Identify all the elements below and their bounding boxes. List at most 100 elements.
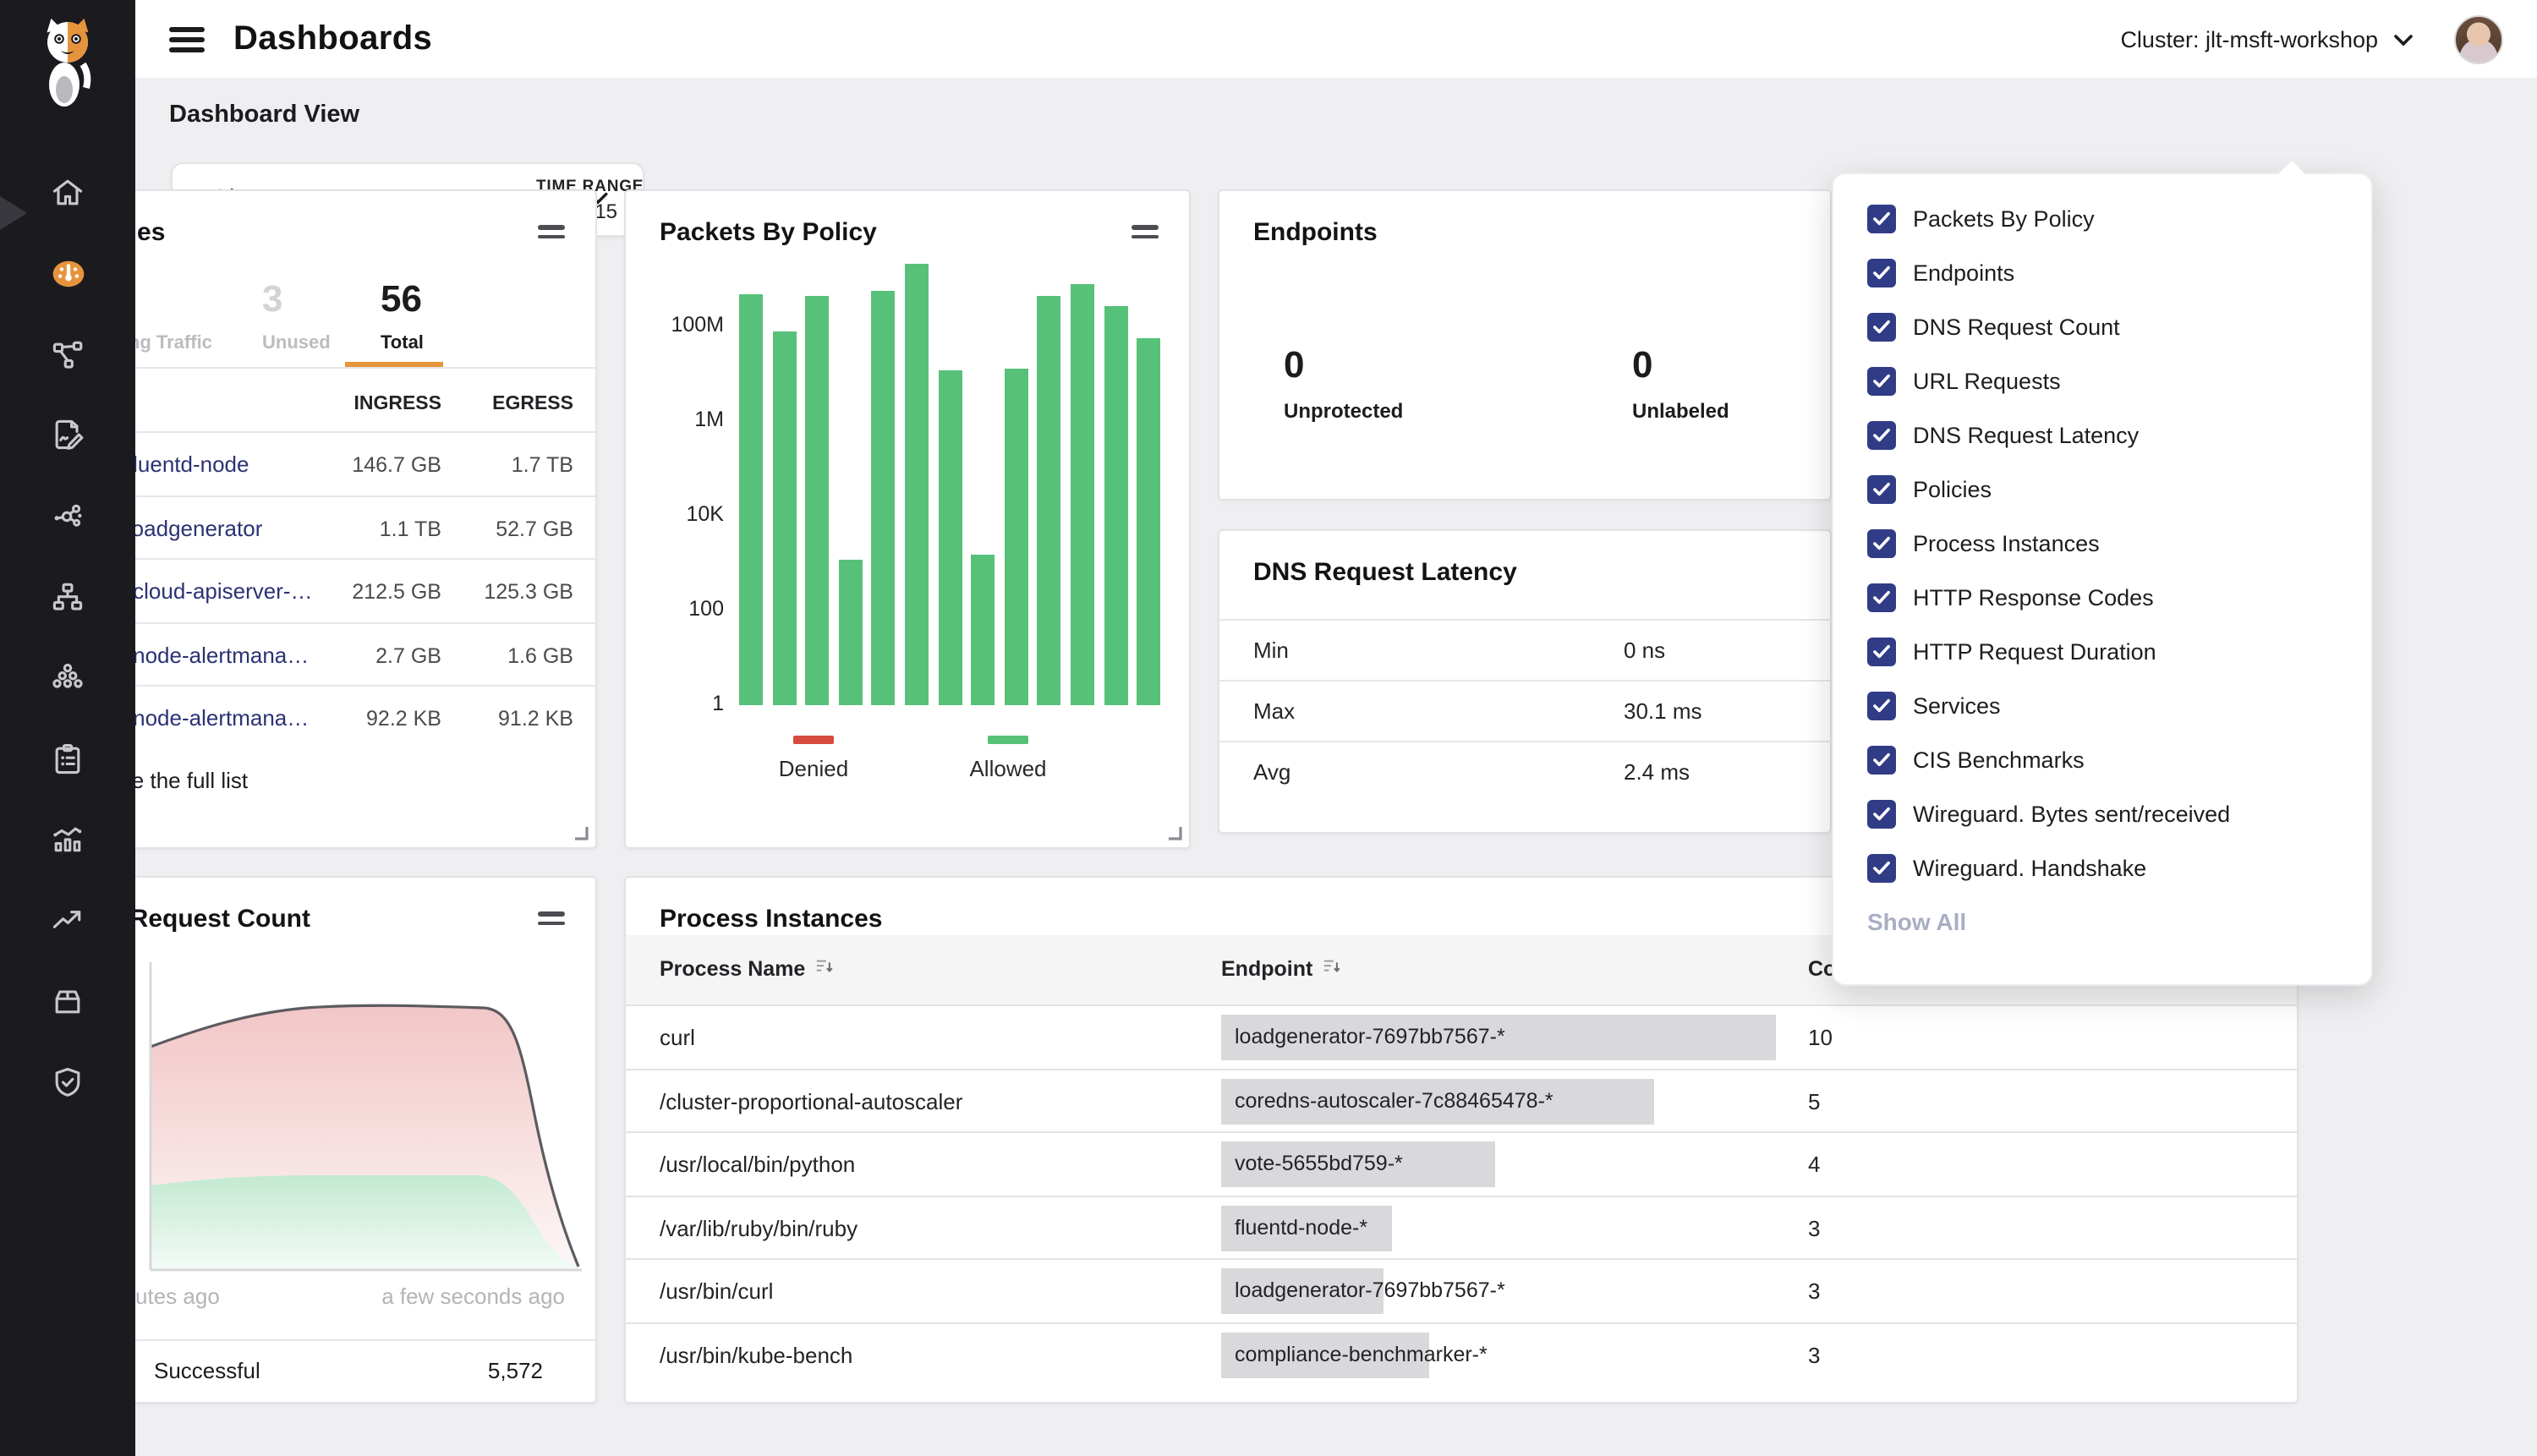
resize-handle[interactable] xyxy=(573,825,589,840)
dashboard-view-label: Dashboard View xyxy=(169,101,359,129)
checkbox-checked[interactable] xyxy=(1867,474,1896,503)
latency-row-min: Min0 ns xyxy=(1219,619,1830,681)
image-assurance-icon xyxy=(49,983,86,1020)
allowed-bar xyxy=(805,296,829,705)
y-axis-tick: 10K xyxy=(649,502,724,526)
process-count: 3 xyxy=(1808,1343,1820,1368)
dropdown-item-cis-benchmarks[interactable]: CIS Benchmarks xyxy=(1833,732,2371,786)
process-row: /usr/bin/kube-benchcompliance-benchmarke… xyxy=(626,1322,2297,1388)
dropdown-item-dns-request-count[interactable]: DNS Request Count xyxy=(1833,299,2371,353)
policy-egress-value: 125.3 GB xyxy=(438,580,573,604)
endpoints-stat-unlabeled: 0Unlabeled xyxy=(1632,343,1729,423)
dropdown-item-http-request-duration[interactable]: HTTP Request Duration xyxy=(1833,624,2371,678)
dropdown-item-endpoints[interactable]: Endpoints xyxy=(1833,245,2371,299)
latency-label: Avg xyxy=(1253,759,1290,785)
process-row: curlloadgenerator-7697bb7567-*10 xyxy=(626,1004,2297,1070)
policy-egress-value: 91.2 KB xyxy=(438,708,573,731)
legend-item-allowed[interactable]: Allowed xyxy=(932,736,1084,781)
show-all-link[interactable]: Show All xyxy=(1867,908,1966,935)
endpoint-text: coredns-autoscaler-7c88465478-* xyxy=(1221,1078,1567,1112)
endpoint-text: loadgenerator-7697bb7567-* xyxy=(1221,1269,1519,1303)
dropdown-item-policies[interactable]: Policies xyxy=(1833,462,2371,516)
checkbox-checked[interactable] xyxy=(1867,204,1896,233)
dropdown-item-label: Packets By Policy xyxy=(1913,205,2095,231)
dropdown-item-http-response-codes[interactable]: HTTP Response Codes xyxy=(1833,570,2371,624)
process-name: /cluster-proportional-autoscaler xyxy=(660,1088,962,1114)
policy-egress-value: 1.6 GB xyxy=(438,644,573,668)
policy-egress-value: 1.7 TB xyxy=(438,453,573,477)
drag-handle-icon[interactable] xyxy=(1132,225,1159,244)
column-header-label: Process Name xyxy=(660,957,805,981)
dropdown-item-packets-by-policy[interactable]: Packets By Policy xyxy=(1833,191,2371,245)
legend-item-denied[interactable]: Denied xyxy=(737,736,890,781)
policies-stat-total[interactable]: 56Total xyxy=(381,279,424,353)
dropdown-item-wireguard-handshake[interactable]: Wireguard. Handshake xyxy=(1833,840,2371,895)
checkbox-checked[interactable] xyxy=(1867,528,1896,557)
sidebar-item-policies[interactable] xyxy=(0,402,135,469)
policies-icon xyxy=(49,417,86,454)
dropdown-item-wireguard-bytes-sent-received[interactable]: Wireguard. Bytes sent/received xyxy=(1833,786,2371,840)
sidebar-item-threat-feeds[interactable] xyxy=(0,886,135,954)
checkbox-checked[interactable] xyxy=(1867,366,1896,395)
cluster-selector[interactable]: Cluster: jlt-msft-workshop xyxy=(2120,26,2414,52)
dropdown-item-label: Policies xyxy=(1913,476,1992,501)
resize-handle[interactable] xyxy=(1167,825,1182,840)
menu-icon[interactable] xyxy=(169,26,205,52)
policies-stat-unused[interactable]: 3Unused xyxy=(262,279,331,353)
checkbox-checked[interactable] xyxy=(1867,420,1896,449)
column-header-endpoint[interactable]: Endpoint xyxy=(1221,957,1341,981)
stat-label: Unused xyxy=(262,333,331,353)
dropdown-arrow xyxy=(2278,161,2305,174)
user-avatar[interactable] xyxy=(2454,14,2503,63)
process-card-title: Process Instances xyxy=(660,905,883,933)
column-header-label: Endpoint xyxy=(1221,957,1312,981)
endpoint-cell: coredns-autoscaler-7c88465478-* xyxy=(1221,1078,1567,1124)
checkbox-checked[interactable] xyxy=(1867,799,1896,828)
sidebar-item-managed-endpoints[interactable] xyxy=(0,644,135,712)
packets-by-policy-card: Packets By Policy 100M1M10K1001 DeniedAl… xyxy=(624,189,1191,849)
dropdown-item-url-requests[interactable]: URL Requests xyxy=(1833,353,2371,408)
denied-swatch xyxy=(793,736,834,744)
sidebar-item-threat-defense[interactable] xyxy=(0,1048,135,1116)
dropdown-item-process-instances[interactable]: Process Instances xyxy=(1833,516,2371,570)
endpoint-cell: loadgenerator-7697bb7567-* xyxy=(1221,1269,1519,1315)
calico-cat-logo[interactable] xyxy=(32,14,103,108)
sidebar-item-activity-stats[interactable] xyxy=(0,806,135,873)
sort-icon[interactable] xyxy=(815,957,834,981)
sidebar-item-service-graph[interactable] xyxy=(0,320,135,388)
dropdown-item-services[interactable]: Services xyxy=(1833,678,2371,732)
drag-handle-icon[interactable] xyxy=(538,225,565,244)
checkbox-checked[interactable] xyxy=(1867,745,1896,774)
policy-ingress-value: 146.7 GB xyxy=(272,453,441,477)
sidebar-item-home[interactable] xyxy=(0,159,135,227)
sidebar-item-network-sets[interactable] xyxy=(0,563,135,631)
latency-label: Max xyxy=(1253,698,1295,724)
dropdown-item-dns-request-latency[interactable]: DNS Request Latency xyxy=(1833,408,2371,462)
page-title: Dashboards xyxy=(233,19,432,58)
dropdown-item-label: HTTP Response Codes xyxy=(1913,584,2154,610)
threat-defense-icon xyxy=(49,1064,86,1101)
process-name: /var/lib/ruby/bin/ruby xyxy=(660,1216,858,1241)
checkbox-checked[interactable] xyxy=(1867,258,1896,287)
sidebar-item-flow-visualizations[interactable] xyxy=(0,482,135,550)
checkbox-checked[interactable] xyxy=(1867,853,1896,882)
column-header-process-name[interactable]: Process Name xyxy=(660,957,834,981)
activity-stats-icon xyxy=(49,821,86,858)
checkbox-checked[interactable] xyxy=(1867,691,1896,720)
checkbox-checked[interactable] xyxy=(1867,583,1896,611)
threat-feeds-icon xyxy=(49,901,86,939)
sort-icon[interactable] xyxy=(1323,957,1341,981)
sidebar-item-dashboards[interactable] xyxy=(0,240,135,308)
endpoints-card: Endpoints 0Unprotected0Unlabeled xyxy=(1218,189,1832,501)
stat-value: 56 xyxy=(381,279,424,320)
process-count: 3 xyxy=(1808,1216,1820,1241)
y-axis-tick: 1 xyxy=(649,692,724,715)
sidebar-item-compliance-reports[interactable] xyxy=(0,725,135,792)
sidebar-item-image-assurance[interactable] xyxy=(0,967,135,1035)
checkbox-checked[interactable] xyxy=(1867,637,1896,665)
policy-egress-value: 52.7 GB xyxy=(438,517,573,540)
checkbox-checked[interactable] xyxy=(1867,312,1896,341)
customize-layout-dropdown: Packets By Policy EndpointsDNS Request Co… xyxy=(1832,172,2373,986)
latency-card-title: DNS Request Latency xyxy=(1253,558,1517,587)
drag-handle-icon[interactable] xyxy=(538,911,565,930)
